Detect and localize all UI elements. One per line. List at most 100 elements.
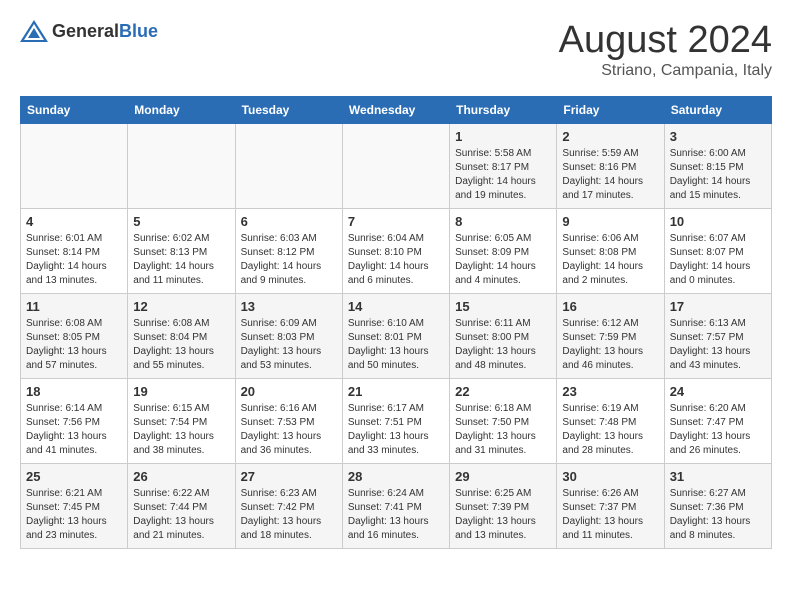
day-info: Sunrise: 6:24 AM Sunset: 7:41 PM Dayligh… xyxy=(348,487,444,543)
calendar-cell: 1Sunrise: 5:58 AM Sunset: 8:17 PM Daylig… xyxy=(450,123,557,208)
calendar-cell xyxy=(21,123,128,208)
day-number: 22 xyxy=(455,384,551,399)
day-number: 14 xyxy=(348,299,444,314)
day-number: 15 xyxy=(455,299,551,314)
calendar-cell: 2Sunrise: 5:59 AM Sunset: 8:16 PM Daylig… xyxy=(557,123,664,208)
day-info: Sunrise: 6:00 AM Sunset: 8:15 PM Dayligh… xyxy=(670,147,766,203)
calendar-header-row: SundayMondayTuesdayWednesdayThursdayFrid… xyxy=(21,96,772,123)
day-info: Sunrise: 6:01 AM Sunset: 8:14 PM Dayligh… xyxy=(26,232,122,288)
day-number: 13 xyxy=(241,299,337,314)
logo-text-general: General xyxy=(52,21,119,41)
calendar-cell: 24Sunrise: 6:20 AM Sunset: 7:47 PM Dayli… xyxy=(664,378,771,463)
day-number: 12 xyxy=(133,299,229,314)
day-header-monday: Monday xyxy=(128,96,235,123)
day-info: Sunrise: 6:26 AM Sunset: 7:37 PM Dayligh… xyxy=(562,487,658,543)
location-title: Striano, Campania, Italy xyxy=(559,62,772,80)
calendar-cell: 10 Sunrise: 6:07 AM Sunset: 8:07 PM Dayli… xyxy=(664,208,771,293)
title-block: August 2024 Striano, Campania, Italy xyxy=(559,20,772,80)
day-info: Sunrise: 6:18 AM Sunset: 7:50 PM Dayligh… xyxy=(455,402,551,458)
month-title: August 2024 xyxy=(559,20,772,62)
day-info: Sunrise: 6:13 AM Sunset: 7:57 PM Dayligh… xyxy=(670,317,766,373)
calendar-cell: 25 Sunrise: 6:21 AM Sunset: 7:45 PM Dayli… xyxy=(21,463,128,548)
calendar-cell: 15 Sunrise: 6:11 AM Sunset: 8:00 PM Dayli… xyxy=(450,293,557,378)
day-info: Sunrise: 6:08 AM Sunset: 8:04 PM Dayligh… xyxy=(133,317,229,373)
day-info: Sunrise: 6:05 AM Sunset: 8:09 PM Dayligh… xyxy=(455,232,551,288)
day-number: 29 xyxy=(455,469,551,484)
calendar-cell: 28 Sunrise: 6:24 AM Sunset: 7:41 PM Dayli… xyxy=(342,463,449,548)
calendar-cell: 27Sunrise: 6:23 AM Sunset: 7:42 PM Dayli… xyxy=(235,463,342,548)
calendar-cell: 5 Sunrise: 6:02 AM Sunset: 8:13 PM Daylig… xyxy=(128,208,235,293)
day-info: Sunrise: 6:15 AM Sunset: 7:54 PM Dayligh… xyxy=(133,402,229,458)
calendar-cell xyxy=(235,123,342,208)
calendar-cell: 22 Sunrise: 6:18 AM Sunset: 7:50 PM Dayli… xyxy=(450,378,557,463)
calendar-cell xyxy=(342,123,449,208)
day-info: Sunrise: 6:12 AM Sunset: 7:59 PM Dayligh… xyxy=(562,317,658,373)
calendar-cell: 13 Sunrise: 6:09 AM Sunset: 8:03 PM Dayli… xyxy=(235,293,342,378)
day-info: Sunrise: 5:59 AM Sunset: 8:16 PM Dayligh… xyxy=(562,147,658,203)
day-info: Sunrise: 6:03 AM Sunset: 8:12 PM Dayligh… xyxy=(241,232,337,288)
day-info: Sunrise: 6:16 AM Sunset: 7:53 PM Dayligh… xyxy=(241,402,337,458)
calendar-week-row: 1Sunrise: 5:58 AM Sunset: 8:17 PM Daylig… xyxy=(21,123,772,208)
calendar-week-row: 25 Sunrise: 6:21 AM Sunset: 7:45 PM Dayli… xyxy=(21,463,772,548)
page-header: GeneralBlue August 2024 Striano, Campani… xyxy=(20,20,772,80)
calendar-cell: 11 Sunrise: 6:08 AM Sunset: 8:05 PM Dayli… xyxy=(21,293,128,378)
calendar-cell: 23 Sunrise: 6:19 AM Sunset: 7:48 PM Dayli… xyxy=(557,378,664,463)
day-number: 17 xyxy=(670,299,766,314)
calendar-cell: 9 Sunrise: 6:06 AM Sunset: 8:08 PM Daylig… xyxy=(557,208,664,293)
day-info: Sunrise: 6:21 AM Sunset: 7:45 PM Dayligh… xyxy=(26,487,122,543)
calendar-week-row: 11 Sunrise: 6:08 AM Sunset: 8:05 PM Dayli… xyxy=(21,293,772,378)
day-info: Sunrise: 6:09 AM Sunset: 8:03 PM Dayligh… xyxy=(241,317,337,373)
day-info: Sunrise: 6:04 AM Sunset: 8:10 PM Dayligh… xyxy=(348,232,444,288)
calendar-cell: 20 Sunrise: 6:16 AM Sunset: 7:53 PM Dayli… xyxy=(235,378,342,463)
day-number: 9 xyxy=(562,214,658,229)
day-number: 25 xyxy=(26,469,122,484)
calendar-cell: 14Sunrise: 6:10 AM Sunset: 8:01 PM Dayli… xyxy=(342,293,449,378)
calendar-cell: 7 Sunrise: 6:04 AM Sunset: 8:10 PM Daylig… xyxy=(342,208,449,293)
day-info: Sunrise: 6:02 AM Sunset: 8:13 PM Dayligh… xyxy=(133,232,229,288)
day-number: 24 xyxy=(670,384,766,399)
calendar-cell: 30 Sunrise: 6:26 AM Sunset: 7:37 PM Dayli… xyxy=(557,463,664,548)
calendar-cell: 29Sunrise: 6:25 AM Sunset: 7:39 PM Dayli… xyxy=(450,463,557,548)
day-info: Sunrise: 6:08 AM Sunset: 8:05 PM Dayligh… xyxy=(26,317,122,373)
day-number: 5 xyxy=(133,214,229,229)
day-number: 11 xyxy=(26,299,122,314)
day-number: 19 xyxy=(133,384,229,399)
day-number: 27 xyxy=(241,469,337,484)
day-number: 26 xyxy=(133,469,229,484)
day-header-friday: Friday xyxy=(557,96,664,123)
day-header-sunday: Sunday xyxy=(21,96,128,123)
day-info: Sunrise: 6:11 AM Sunset: 8:00 PM Dayligh… xyxy=(455,317,551,373)
day-number: 8 xyxy=(455,214,551,229)
calendar-table: SundayMondayTuesdayWednesdayThursdayFrid… xyxy=(20,96,772,549)
day-header-wednesday: Wednesday xyxy=(342,96,449,123)
day-number: 31 xyxy=(670,469,766,484)
day-number: 30 xyxy=(562,469,658,484)
day-number: 20 xyxy=(241,384,337,399)
calendar-cell: 16Sunrise: 6:12 AM Sunset: 7:59 PM Dayli… xyxy=(557,293,664,378)
logo-text-blue: Blue xyxy=(119,21,158,41)
calendar-cell: 6Sunrise: 6:03 AM Sunset: 8:12 PM Daylig… xyxy=(235,208,342,293)
day-info: Sunrise: 6:19 AM Sunset: 7:48 PM Dayligh… xyxy=(562,402,658,458)
calendar-cell: 21 Sunrise: 6:17 AM Sunset: 7:51 PM Dayli… xyxy=(342,378,449,463)
day-number: 23 xyxy=(562,384,658,399)
calendar-cell: 12 Sunrise: 6:08 AM Sunset: 8:04 PM Dayli… xyxy=(128,293,235,378)
day-header-saturday: Saturday xyxy=(664,96,771,123)
day-info: Sunrise: 5:58 AM Sunset: 8:17 PM Dayligh… xyxy=(455,147,551,203)
day-number: 3 xyxy=(670,129,766,144)
day-number: 10 xyxy=(670,214,766,229)
calendar-cell: 31Sunrise: 6:27 AM Sunset: 7:36 PM Dayli… xyxy=(664,463,771,548)
day-info: Sunrise: 6:17 AM Sunset: 7:51 PM Dayligh… xyxy=(348,402,444,458)
day-header-tuesday: Tuesday xyxy=(235,96,342,123)
day-number: 28 xyxy=(348,469,444,484)
logo-icon xyxy=(20,20,48,42)
day-number: 21 xyxy=(348,384,444,399)
calendar-cell: 18 Sunrise: 6:14 AM Sunset: 7:56 PM Dayli… xyxy=(21,378,128,463)
day-header-thursday: Thursday xyxy=(450,96,557,123)
day-info: Sunrise: 6:06 AM Sunset: 8:08 PM Dayligh… xyxy=(562,232,658,288)
day-info: Sunrise: 6:14 AM Sunset: 7:56 PM Dayligh… xyxy=(26,402,122,458)
day-number: 18 xyxy=(26,384,122,399)
day-number: 7 xyxy=(348,214,444,229)
calendar-cell: 19 Sunrise: 6:15 AM Sunset: 7:54 PM Dayli… xyxy=(128,378,235,463)
day-info: Sunrise: 6:22 AM Sunset: 7:44 PM Dayligh… xyxy=(133,487,229,543)
day-info: Sunrise: 6:07 AM Sunset: 8:07 PM Dayligh… xyxy=(670,232,766,288)
